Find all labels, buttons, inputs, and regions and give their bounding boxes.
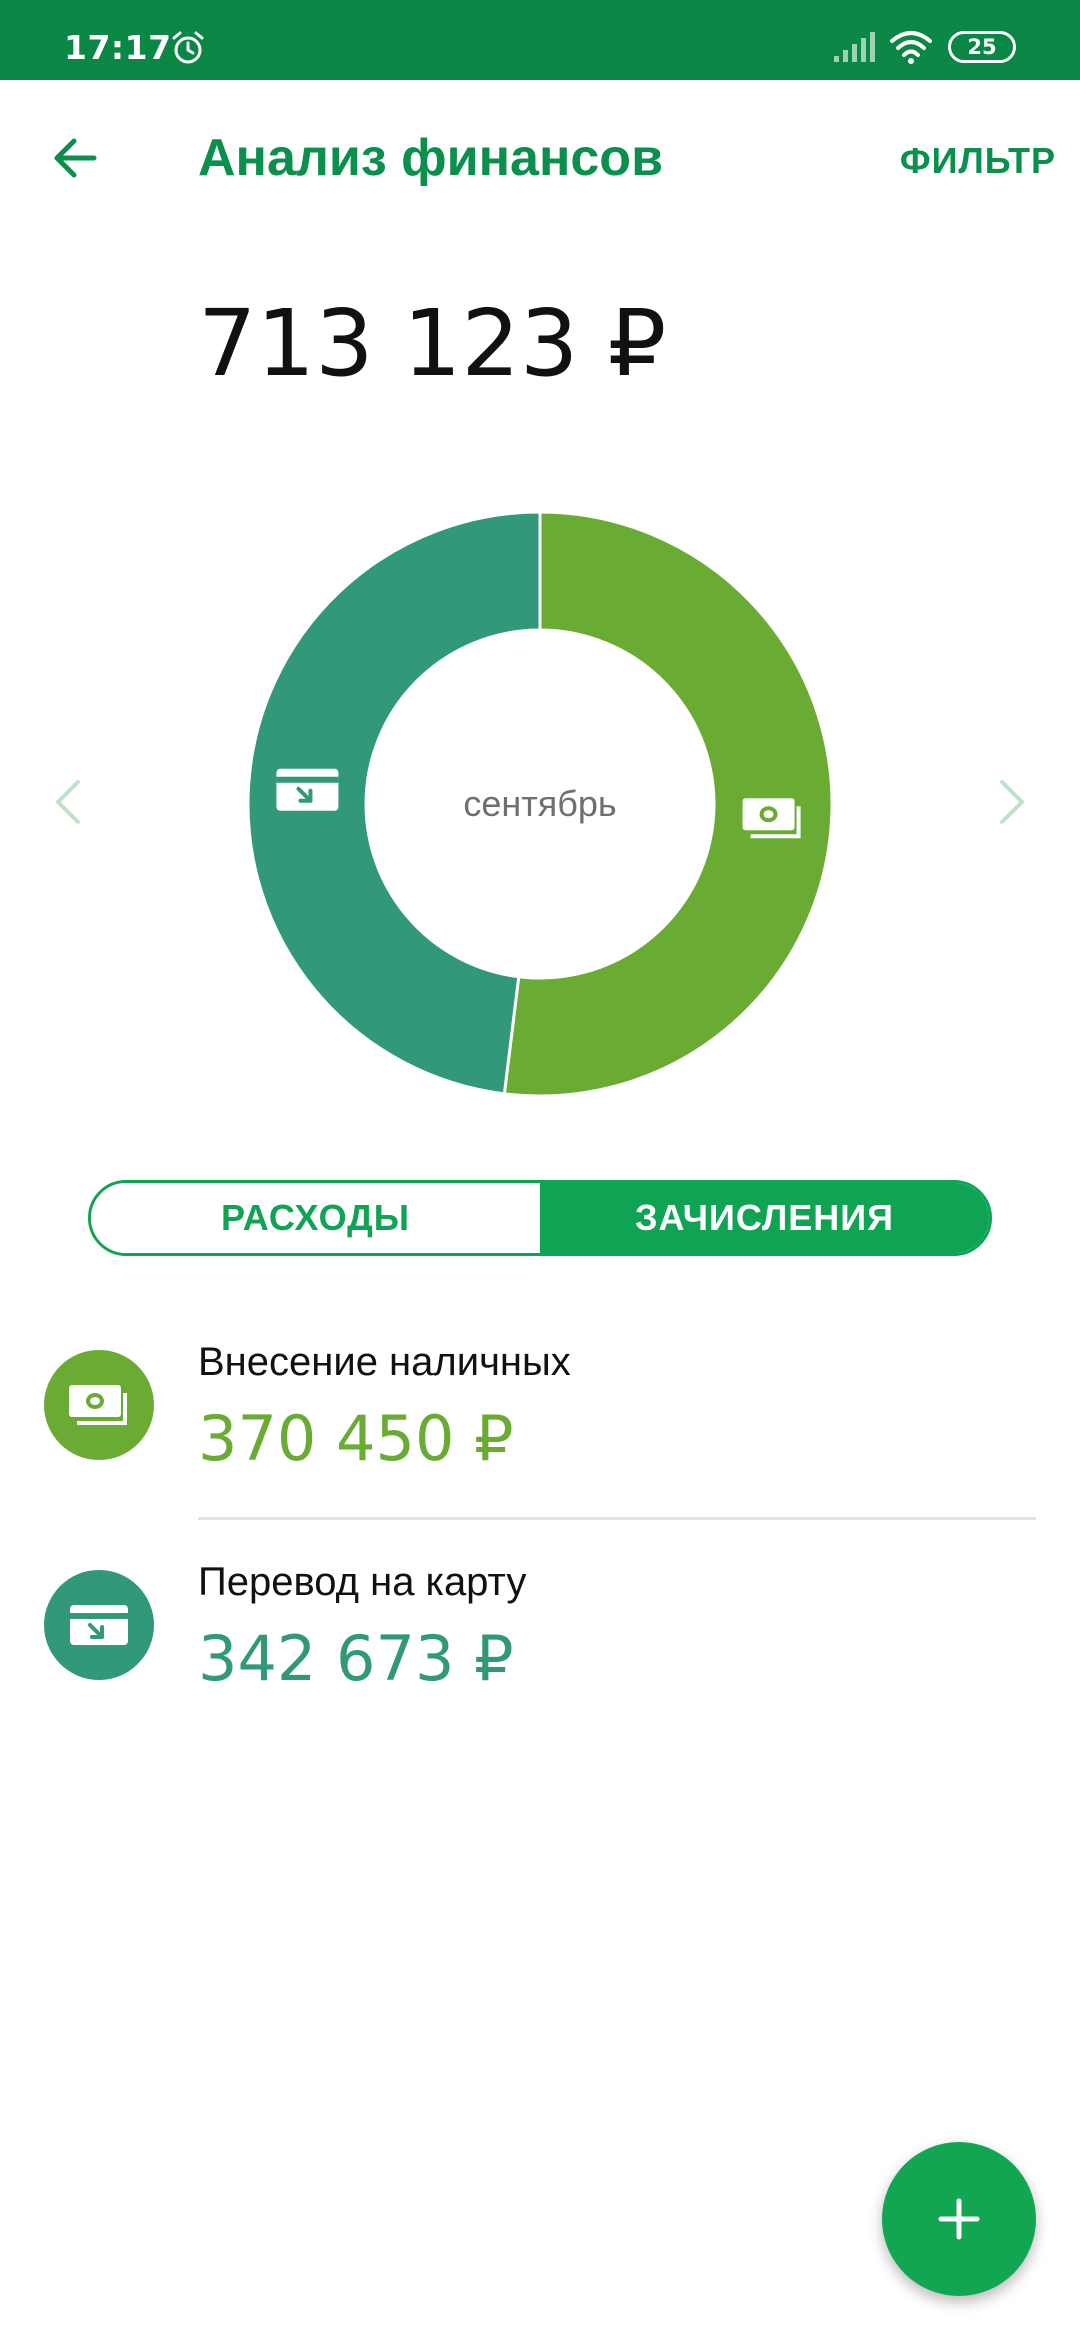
total-amount: 713 123 ₽ — [198, 290, 667, 397]
list-item-amount: 370 450 ₽ — [198, 1402, 514, 1475]
list-item[interactable]: Внесение наличных 370 450 ₽ — [0, 1300, 1080, 1520]
category-icon-circle — [44, 1570, 154, 1680]
alarm-icon — [172, 31, 204, 64]
battery-icon: 25 — [948, 31, 1016, 63]
tab-expenses[interactable]: РАСХОДЫ — [91, 1183, 540, 1253]
category-icon-circle — [44, 1350, 154, 1460]
signal-icon — [834, 32, 875, 62]
list-item[interactable]: Перевод на карту 342 673 ₽ — [0, 1520, 1080, 1740]
app-bar: Анализ финансов ФИЛЬТР — [0, 80, 1080, 236]
chart-center-label: сентябрь — [463, 783, 616, 824]
page-title: Анализ финансов — [198, 129, 664, 187]
chevron-right-icon[interactable] — [992, 776, 1032, 828]
card-transfer-icon — [70, 1605, 128, 1645]
tab-income[interactable]: ЗАЧИСЛЕНИЯ — [540, 1183, 989, 1253]
filter-button[interactable]: ФИЛЬТР — [900, 140, 1056, 182]
donut-chart: сентябрь — [246, 510, 834, 1098]
plus-icon — [938, 2198, 980, 2240]
card-transfer-icon — [276, 768, 339, 811]
type-toggle: РАСХОДЫ ЗАЧИСЛЕНИЯ — [88, 1180, 992, 1256]
status-time: 17:17 — [64, 28, 172, 67]
wifi-icon — [890, 31, 932, 64]
chevron-left-icon[interactable] — [48, 776, 88, 828]
cash-icon — [69, 1385, 127, 1425]
list-item-label: Перевод на карту — [198, 1560, 527, 1604]
list-item-label: Внесение наличных — [198, 1340, 571, 1384]
arrow-left-icon[interactable] — [44, 126, 108, 190]
list-item-amount: 342 673 ₽ — [198, 1622, 514, 1695]
category-list: Внесение наличных 370 450 ₽ Перевод на к… — [0, 1300, 1080, 1740]
status-bar: 17:17 25 — [0, 0, 1080, 80]
battery-level: 25 — [967, 35, 997, 59]
add-button[interactable] — [882, 2142, 1036, 2296]
